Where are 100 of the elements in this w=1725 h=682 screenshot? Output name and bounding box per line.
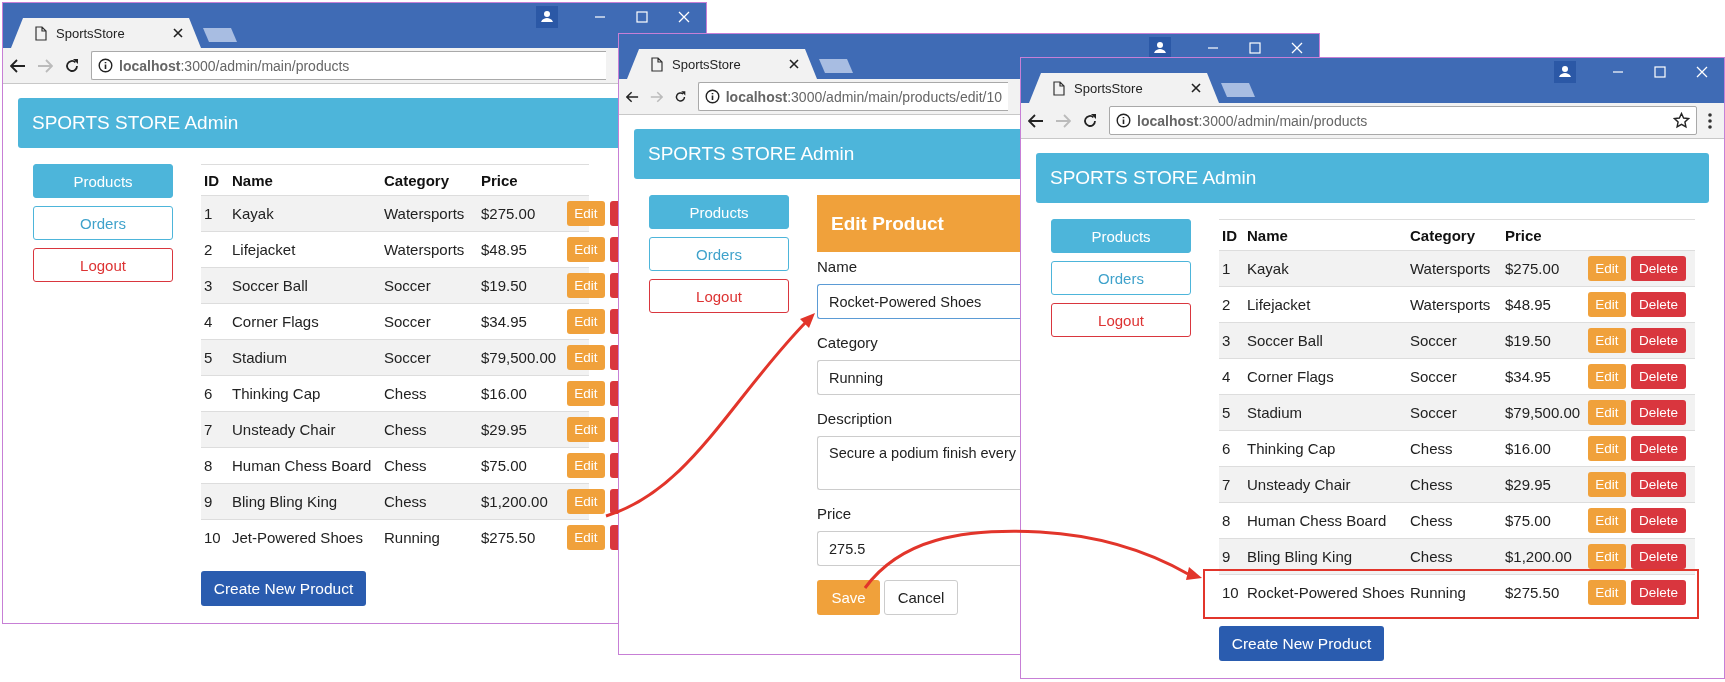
nav-button[interactable]: Orders [33, 206, 173, 240]
address-field[interactable]: localhost:3000/admin/main/products [91, 51, 606, 80]
cancel-button[interactable]: Cancel [884, 580, 958, 615]
edit-button[interactable]: Edit [1588, 472, 1626, 497]
delete-button[interactable]: Delete [1631, 328, 1686, 353]
menu-icon[interactable] [1708, 112, 1712, 129]
bookmark-star-icon[interactable] [1673, 112, 1690, 129]
browser-tab[interactable]: SportsStore [1029, 73, 1219, 103]
maximize-icon[interactable] [1249, 42, 1261, 54]
table-cell-text: Thinking Cap [1246, 440, 1337, 457]
delete-button[interactable]: Delete [1631, 508, 1686, 533]
input-field[interactable]: Rocket-Powered Shoes [817, 284, 1020, 319]
profile-icon[interactable] [1149, 37, 1171, 59]
input-field[interactable]: Running [817, 360, 1020, 395]
create-product-button[interactable]: Create New Product [201, 571, 366, 606]
table-cell-text: Unsteady Chair [231, 421, 337, 438]
table-cell-text: Soccer Ball [231, 277, 309, 294]
edit-button[interactable]: Edit [567, 417, 605, 442]
header-bar: SPORTS STORE Admin [1036, 153, 1709, 203]
table-cell-text: Corner Flags [231, 313, 320, 330]
edit-button[interactable]: Edit [567, 525, 605, 550]
table-cell-text: $34.95 [1504, 368, 1552, 385]
new-tab-button[interactable] [203, 28, 237, 42]
edit-button[interactable]: Edit [567, 345, 605, 370]
edit-button[interactable]: Edit [567, 381, 605, 406]
delete-button[interactable]: Delete [1631, 256, 1686, 281]
browser-tab[interactable]: SportsStore [11, 18, 201, 48]
address-field[interactable]: localhost:3000/admin/main/products/edit/10 [697, 82, 1008, 111]
maximize-icon[interactable] [1654, 66, 1666, 78]
profile-icon[interactable] [536, 6, 558, 28]
save-button[interactable]: Save [817, 580, 880, 615]
address-field[interactable]: localhost:3000/admin/main/products [1109, 106, 1697, 135]
edit-button[interactable]: Edit [1588, 364, 1626, 389]
table-cell-text: 2 [203, 241, 214, 258]
info-icon [704, 89, 720, 104]
table-cell-text: Chess [383, 457, 428, 474]
nav-button[interactable]: Products [33, 164, 173, 198]
header-bar: SPORTS STORE Admin [634, 129, 1020, 179]
table-cell-text: Lifejacket [231, 241, 297, 258]
delete-button[interactable]: Delete [1631, 436, 1686, 461]
edit-button[interactable]: Edit [1588, 508, 1626, 533]
edit-button[interactable]: Edit [1588, 292, 1626, 317]
table-cell-text: 1 [203, 205, 214, 222]
nav-button[interactable]: Products [649, 195, 789, 229]
delete-button[interactable]: Delete [1631, 400, 1686, 425]
nav-button[interactable]: Logout [33, 248, 173, 282]
nav-button[interactable]: Orders [649, 237, 789, 271]
edit-button[interactable]: Edit [1588, 436, 1626, 461]
column-header: ID [203, 171, 220, 189]
new-tab-button[interactable] [819, 59, 853, 73]
column-header: Price [480, 171, 519, 189]
edit-button[interactable]: Edit [567, 273, 605, 298]
edit-button[interactable]: Edit [1588, 400, 1626, 425]
browser-tab[interactable]: SportsStore [627, 49, 817, 79]
edit-button[interactable]: Edit [567, 489, 605, 514]
edit-button[interactable]: Edit [1588, 544, 1626, 569]
edit-button[interactable]: Edit [567, 237, 605, 262]
back-arrow-icon[interactable] [1028, 113, 1044, 128]
nav-button[interactable]: Orders [1051, 261, 1191, 295]
back-arrow-icon[interactable] [10, 58, 26, 73]
table-cell-text: $275.50 [480, 529, 537, 546]
edit-button[interactable]: Edit [1588, 328, 1626, 353]
close-icon[interactable] [1191, 83, 1201, 93]
column-header: ID [1221, 226, 1238, 244]
table-cell-text: $19.50 [1504, 332, 1552, 349]
edit-button[interactable]: Edit [567, 453, 605, 478]
edit-button[interactable]: Edit [1588, 256, 1626, 281]
edit-button[interactable]: Edit [1588, 580, 1626, 605]
back-arrow-icon[interactable] [626, 89, 639, 104]
reload-icon[interactable] [64, 57, 80, 74]
reload-icon[interactable] [1082, 112, 1098, 129]
table-cell-text: 8 [1221, 512, 1232, 529]
delete-button[interactable]: Delete [1631, 292, 1686, 317]
nav-button[interactable]: Products [1051, 219, 1191, 253]
reload-icon[interactable] [673, 88, 687, 105]
table-cell-text: $16.00 [1504, 440, 1552, 457]
table-cell-text: 9 [1221, 548, 1232, 565]
profile-icon[interactable] [1554, 61, 1576, 83]
table-cell-text: 3 [203, 277, 214, 294]
table-cell-text: Lifejacket [1246, 296, 1312, 313]
field-label: Description [817, 409, 894, 429]
close-icon[interactable] [173, 28, 183, 38]
table-cell-text: Soccer [1409, 404, 1458, 421]
create-product-button[interactable]: Create New Product [1219, 626, 1384, 661]
delete-button[interactable]: Delete [1631, 472, 1686, 497]
nav-button[interactable]: Logout [649, 279, 789, 313]
new-tab-button[interactable] [1221, 83, 1255, 97]
edit-button[interactable]: Edit [567, 201, 605, 226]
table-cell-text: $16.00 [480, 385, 528, 402]
table-cell-text: 1 [1221, 260, 1232, 277]
panel-header: Edit Product [817, 195, 1020, 252]
table-cell-text: 10 [203, 529, 222, 546]
maximize-icon[interactable] [636, 11, 648, 23]
delete-button[interactable]: Delete [1631, 544, 1686, 569]
delete-button[interactable]: Delete [1631, 364, 1686, 389]
edit-button[interactable]: Edit [567, 309, 605, 334]
table-cell-text: 4 [1221, 368, 1232, 385]
delete-button[interactable]: Delete [1631, 580, 1686, 605]
nav-button[interactable]: Logout [1051, 303, 1191, 337]
close-icon[interactable] [789, 59, 799, 69]
